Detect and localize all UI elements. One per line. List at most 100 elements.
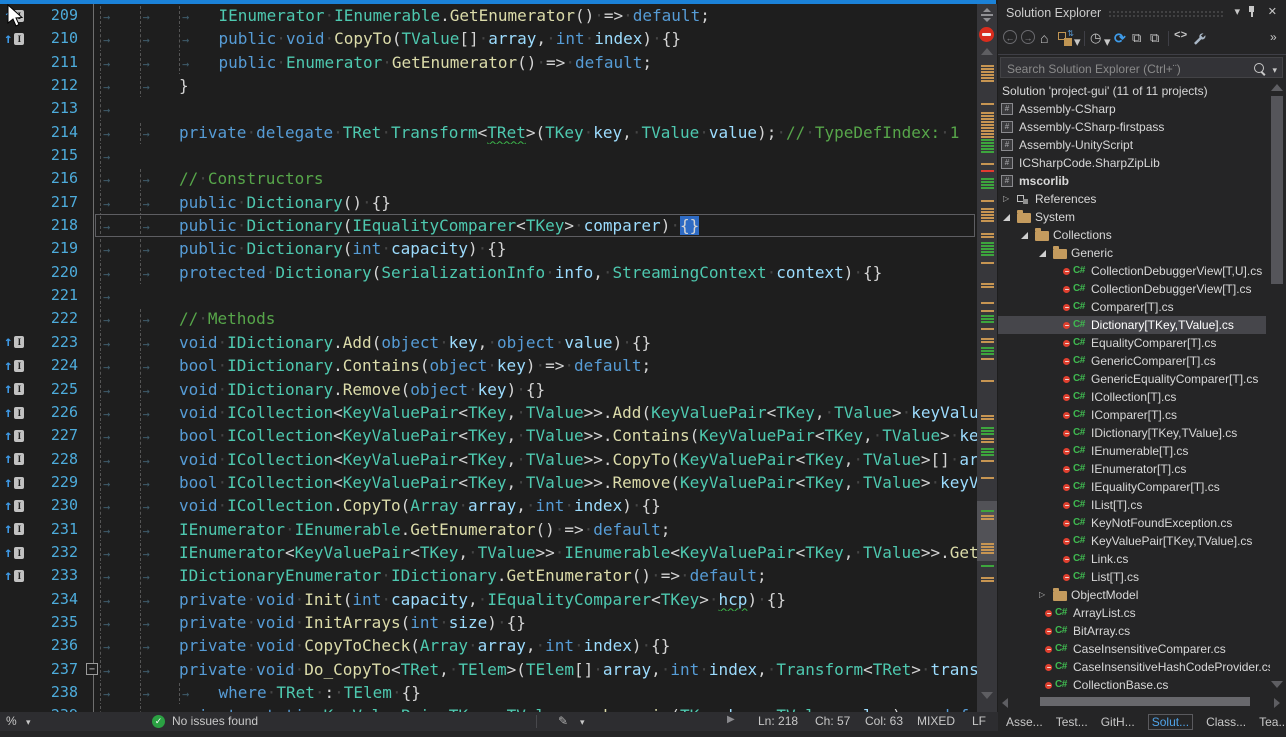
code-line[interactable]: 238where·TRet·:·TElem·{} bbox=[0, 681, 977, 704]
tree-item-icsharpcode-sharpziplib[interactable]: #ICSharpCode.SharpZipLib bbox=[998, 154, 1266, 172]
editor-splitter-icon[interactable] bbox=[980, 8, 994, 24]
zoom-chevron-down-icon[interactable]: ▾ bbox=[26, 717, 31, 728]
code-line[interactable]: ↑I226void·ICollection<KeyValuePair<TKey,… bbox=[0, 401, 977, 424]
tree-item-collections[interactable]: Collections bbox=[998, 226, 1266, 244]
tool-tab-gith[interactable]: GitH... bbox=[1101, 715, 1135, 729]
tree-item-comparer-t-cs[interactable]: C#Comparer[T].cs bbox=[998, 298, 1266, 316]
properties-wrench-icon[interactable] bbox=[1192, 32, 1206, 46]
status-line-ending[interactable]: LF bbox=[972, 714, 986, 728]
code-editor[interactable]: ↑I209IEnumerator·IEnumerable.GetEnumerat… bbox=[0, 4, 977, 712]
status-encoding[interactable]: MIXED bbox=[917, 714, 955, 728]
tree-scroll-left-icon[interactable] bbox=[1002, 698, 1008, 708]
scrollbar-up-icon[interactable] bbox=[981, 48, 993, 55]
code-line[interactable]: ↑I225void·IDictionary.Remove(object·key)… bbox=[0, 378, 977, 401]
code-line[interactable]: ↑I223void·IDictionary.Add(object·key,·ob… bbox=[0, 331, 977, 354]
tree-item-arraylist-cs[interactable]: C#ArrayList.cs bbox=[998, 604, 1266, 622]
search-icon[interactable] bbox=[1254, 63, 1264, 73]
tree-horizontal-scrollbar[interactable] bbox=[998, 695, 1286, 709]
code-line[interactable]: 221 bbox=[0, 284, 977, 307]
code-line[interactable]: 239private·static·KeyValuePair<TKey,·TVa… bbox=[0, 704, 977, 712]
scroll-right-icon[interactable]: ▶ bbox=[727, 714, 735, 725]
code-line[interactable]: ↑I229bool·ICollection<KeyValuePair<TKey,… bbox=[0, 471, 977, 494]
tree-item-genericcomparer-t-cs[interactable]: C#GenericComparer[T].cs bbox=[998, 352, 1266, 370]
pin-icon[interactable] bbox=[1246, 6, 1258, 18]
tree-item-link-cs[interactable]: C#Link.cs bbox=[998, 550, 1266, 568]
tree-vertical-scrollbar[interactable] bbox=[1271, 82, 1283, 694]
zoom-level[interactable]: % bbox=[6, 714, 17, 728]
forward-button[interactable]: → bbox=[1021, 30, 1035, 44]
expander-closed-icon[interactable]: ▷ bbox=[1039, 586, 1045, 604]
tree-item-collectionbase-cs[interactable]: C#CollectionBase.cs bbox=[998, 676, 1266, 694]
switch-views-chevron-icon[interactable]: ▾ bbox=[1074, 34, 1081, 50]
tree-item-iequalitycomparer-t-cs[interactable]: C#IEqualityComparer[T].cs bbox=[998, 478, 1266, 496]
tree-item-bitarray-cs[interactable]: C#BitArray.cs bbox=[998, 622, 1266, 640]
tree-item-solution-project-gui-11-of-11-projects-[interactable]: Solution 'project-gui' (11 of 11 project… bbox=[998, 82, 1266, 100]
tree-item-keynotfoundexception-cs[interactable]: C#KeyNotFoundException.cs bbox=[998, 514, 1266, 532]
window-position-chevron-icon[interactable]: ▾ bbox=[1234, 5, 1240, 18]
code-line[interactable]: 212} bbox=[0, 74, 977, 97]
tree-item-assembly-csharp-firstpass[interactable]: #Assembly-CSharp-firstpass bbox=[998, 118, 1266, 136]
tool-tab-tea[interactable]: Tea... bbox=[1259, 715, 1286, 729]
code-line[interactable]: 213 bbox=[0, 97, 977, 120]
back-button[interactable]: ← bbox=[1003, 30, 1017, 44]
switch-views-icon[interactable]: ⇅ bbox=[1058, 32, 1072, 46]
tree-item-system[interactable]: System bbox=[998, 208, 1266, 226]
code-line[interactable]: ↑I228void·ICollection<KeyValuePair<TKey,… bbox=[0, 448, 977, 471]
tree-item-genericequalitycomparer-t-cs[interactable]: C#GenericEqualityComparer[T].cs bbox=[998, 370, 1266, 388]
editor-vertical-scrollbar[interactable] bbox=[977, 4, 997, 712]
tree-item-dictionary-tkey-tvalue-cs[interactable]: C#Dictionary[TKey,TValue].cs bbox=[998, 316, 1266, 334]
search-input[interactable]: Search Solution Explorer (Ctrl+¨) ▾ bbox=[1000, 57, 1283, 78]
tree-item-collectiondebuggerview-t-u-cs[interactable]: C#CollectionDebuggerView[T,U].cs bbox=[998, 262, 1266, 280]
tree-item-idictionary-tkey-tvalue-cs[interactable]: C#IDictionary[TKey,TValue].cs bbox=[998, 424, 1266, 442]
tree-item-caseinsensitivecomparer-cs[interactable]: C#CaseInsensitiveComparer.cs bbox=[998, 640, 1266, 658]
tool-tab-solut[interactable]: Solut... bbox=[1148, 714, 1193, 730]
tree-item-mscorlib[interactable]: #mscorlib bbox=[998, 172, 1266, 190]
home-icon[interactable]: ⌂ bbox=[1040, 30, 1048, 46]
code-line[interactable]: 218public·Dictionary(IEqualityComparer<T… bbox=[0, 214, 977, 237]
scrollbar-down-icon[interactable] bbox=[981, 692, 993, 699]
code-line[interactable]: 222//·Methods bbox=[0, 307, 977, 330]
search-chevron-icon[interactable]: ▾ bbox=[1272, 65, 1277, 76]
code-line[interactable]: 215 bbox=[0, 144, 977, 167]
tree-item-assembly-csharp[interactable]: #Assembly-CSharp bbox=[998, 100, 1266, 118]
format-chevron-down-icon[interactable]: ▾ bbox=[580, 717, 585, 728]
tree-item-generic[interactable]: Generic bbox=[998, 244, 1266, 262]
code-line[interactable]: 216//·Constructors bbox=[0, 167, 977, 190]
code-line[interactable]: ↑I231IEnumerator·IEnumerable.GetEnumerat… bbox=[0, 518, 977, 541]
solution-explorer-search[interactable]: Search Solution Explorer (Ctrl+¨) ▾ bbox=[998, 55, 1286, 80]
issues-status[interactable]: No issues found bbox=[172, 714, 258, 728]
tree-item-icollection-t-cs[interactable]: C#ICollection[T].cs bbox=[998, 388, 1266, 406]
sync-with-active-document-icon[interactable]: ⟳ bbox=[1114, 30, 1126, 47]
tool-tab-test[interactable]: Test... bbox=[1056, 715, 1088, 729]
tree-scroll-right-icon[interactable] bbox=[1274, 698, 1280, 708]
code-line[interactable]: 237private·void·Do_CopyTo<TRet,·TElem>(T… bbox=[0, 658, 977, 681]
tree-item-assembly-unityscript[interactable]: #Assembly-UnityScript bbox=[998, 136, 1266, 154]
tree-scroll-down-icon[interactable] bbox=[1271, 681, 1283, 688]
filter-chevron-icon[interactable]: ▾ bbox=[1104, 34, 1111, 50]
code-line[interactable]: ↑I224bool·IDictionary.Contains(object·ke… bbox=[0, 354, 977, 377]
code-line[interactable]: 236private·void·CopyToCheck(Array·array,… bbox=[0, 634, 977, 657]
close-icon[interactable]: ✕ bbox=[1268, 5, 1277, 18]
tree-scroll-up-icon[interactable] bbox=[1271, 84, 1283, 91]
code-line[interactable]: ↑I209IEnumerator·IEnumerable.GetEnumerat… bbox=[0, 4, 977, 27]
tree-hscrollbar-thumb[interactable] bbox=[1040, 697, 1250, 706]
fold-collapse-icon[interactable]: − bbox=[86, 663, 98, 675]
tree-item-equalitycomparer-t-cs[interactable]: C#EqualityComparer[T].cs bbox=[998, 334, 1266, 352]
code-line[interactable]: ↑I227bool·ICollection<KeyValuePair<TKey,… bbox=[0, 424, 977, 447]
expander-open-icon[interactable] bbox=[1003, 214, 1010, 221]
code-line[interactable]: 220protected·Dictionary(SerializationInf… bbox=[0, 261, 977, 284]
code-line[interactable]: ↑I232IEnumerator<KeyValuePair<TKey,·TVal… bbox=[0, 541, 977, 564]
code-line[interactable]: ↑I230void·ICollection.CopyTo(Array·array… bbox=[0, 494, 977, 517]
solution-tree[interactable]: Solution 'project-gui' (11 of 11 project… bbox=[998, 82, 1270, 694]
tree-item-keyvaluepair-tkey-tvalue-cs[interactable]: C#KeyValuePair[TKey,TValue].cs bbox=[998, 532, 1266, 550]
code-line[interactable]: ↑I210public·void·CopyTo(TValue[]·array,·… bbox=[0, 27, 977, 50]
expander-closed-icon[interactable]: ▷ bbox=[1003, 190, 1009, 208]
tree-item-collectiondebuggerview-t-cs[interactable]: C#CollectionDebuggerView[T].cs bbox=[998, 280, 1266, 298]
collapse-all-icon[interactable]: ⧉ bbox=[1132, 30, 1141, 46]
show-all-files-icon[interactable]: ⧉ bbox=[1150, 30, 1159, 46]
tree-item-references[interactable]: ▷References bbox=[998, 190, 1266, 208]
view-code-icon[interactable]: <> bbox=[1174, 30, 1187, 42]
code-line[interactable]: 214private·delegate·TRet·Transform<TRet>… bbox=[0, 121, 977, 144]
tree-item-caseinsensitivehashcodeprovider-cs[interactable]: C#CaseInsensitiveHashCodeProvider.cs bbox=[998, 658, 1266, 676]
expander-open-icon[interactable] bbox=[1039, 250, 1046, 257]
